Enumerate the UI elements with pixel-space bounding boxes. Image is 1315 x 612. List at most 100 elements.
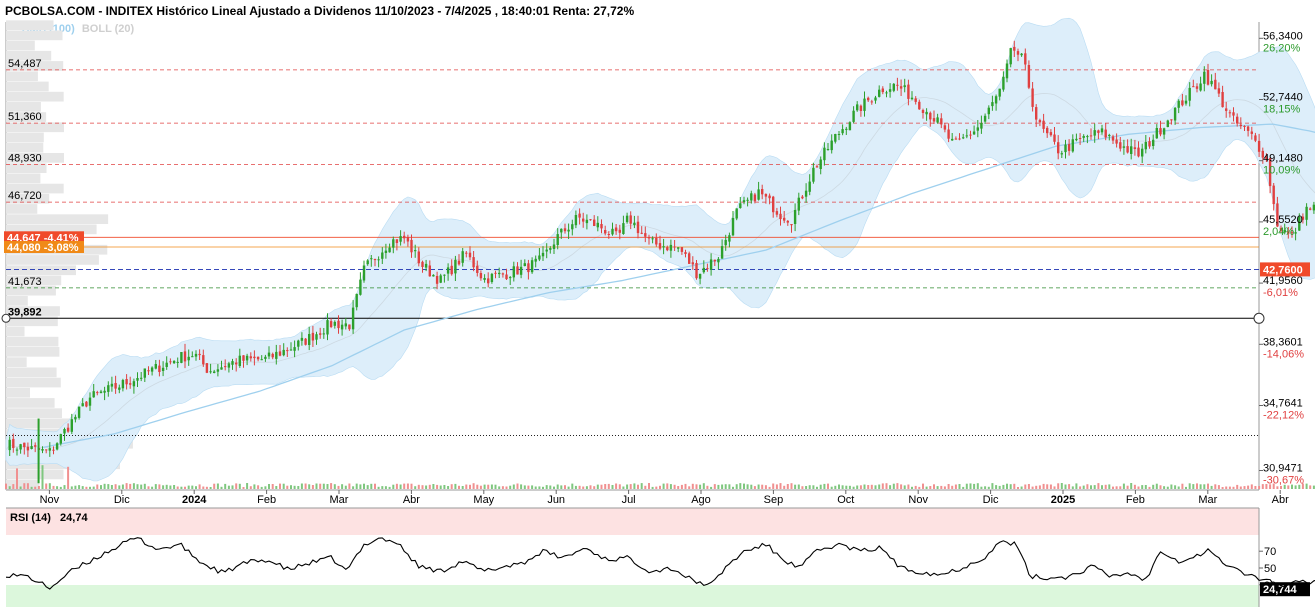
candle-body (183, 351, 187, 362)
candle-body (552, 244, 556, 249)
volume-bar (308, 484, 311, 489)
percent-tick-label: 10,09% (1263, 165, 1301, 177)
volume-bar (582, 486, 585, 489)
volume-bar (439, 485, 442, 489)
candle-body (611, 228, 614, 235)
candle-body (136, 378, 139, 381)
time-tick-label: 2024 (182, 494, 207, 506)
candle-body (764, 194, 768, 197)
volume-bar (461, 486, 464, 489)
candle-body (1250, 131, 1253, 134)
volume-bar (432, 484, 435, 489)
candle-body (370, 258, 373, 260)
volume-bar (1112, 486, 1114, 489)
candle-body (867, 97, 870, 101)
candle-body (801, 196, 804, 199)
candle-body (673, 246, 676, 248)
volume-bar (527, 485, 530, 489)
candle-body (377, 259, 380, 261)
volume-bar (556, 484, 559, 489)
candle-body (549, 248, 552, 250)
percent-tick-label: -14,06% (1263, 348, 1304, 360)
candle-body (355, 293, 358, 308)
candle-body (52, 449, 55, 451)
volume-bar (176, 486, 179, 489)
candle-body (1173, 107, 1177, 121)
volume-bar (666, 483, 669, 489)
volume-bar (1075, 483, 1078, 489)
candle-body (965, 135, 968, 137)
profile-bar (6, 142, 44, 153)
volume-bar (512, 484, 515, 489)
crosshair-marker-left (1, 313, 11, 323)
volume-bar (823, 483, 826, 489)
candle-body (300, 337, 304, 341)
volume-bar (571, 483, 574, 489)
candle-body (852, 110, 855, 122)
candle-body (362, 265, 366, 281)
volume-bar (1020, 486, 1023, 489)
candle-body (958, 138, 961, 140)
profile-bar (6, 296, 28, 306)
volume-bar (538, 486, 541, 489)
volume-bar (384, 486, 387, 489)
profile-bar (6, 336, 59, 347)
candle-body (59, 434, 62, 444)
candle-body (1071, 139, 1074, 152)
candle-body (779, 213, 782, 220)
level-label: 39,892 (8, 306, 42, 318)
candle-body (519, 266, 523, 275)
volume-bar (297, 486, 300, 489)
volume-bar (300, 483, 303, 489)
candle-body (107, 385, 110, 392)
volume-bar (227, 485, 230, 489)
candle-body (698, 273, 702, 279)
price-tag-label: 44,080 -3,08% (7, 242, 79, 254)
volume-bar (92, 486, 95, 489)
volume-bar (479, 485, 482, 489)
time-tick-label: Dic (114, 494, 130, 506)
volume-bar (45, 483, 48, 489)
candle-body (1217, 88, 1221, 94)
candle-body (1078, 138, 1082, 139)
candle-body (468, 252, 472, 258)
candle-body (26, 446, 30, 451)
volume-bar (995, 485, 998, 489)
volume-bar (545, 485, 548, 489)
candle-body (344, 323, 347, 327)
volume-bar (965, 483, 968, 489)
volume-bar (337, 485, 340, 489)
candle-body (512, 266, 515, 278)
candle-body (238, 355, 241, 366)
profile-bar (6, 398, 55, 408)
volume-bar (1108, 484, 1111, 489)
candle-body (604, 230, 607, 234)
volume-bar (220, 486, 223, 489)
volume-bar (721, 484, 724, 489)
candle-body (450, 265, 453, 275)
volume-bar (841, 485, 844, 489)
candle-body (1002, 76, 1005, 90)
candle-body (538, 255, 541, 260)
volume-bar (465, 484, 468, 489)
candle-body (165, 362, 168, 367)
volume-bar (980, 486, 983, 489)
candle-body (414, 250, 417, 252)
candle-body (227, 363, 231, 368)
volume-bar (1027, 484, 1030, 489)
candle-body (1166, 120, 1169, 127)
level-label: 48,930 (8, 152, 42, 164)
volume-bar (691, 483, 694, 489)
time-tick-label: Mar (1198, 494, 1217, 506)
candle-body (424, 263, 428, 268)
candle-body (578, 213, 581, 218)
volume-bar (523, 485, 526, 489)
volume-bar (1243, 486, 1246, 489)
candle-body (633, 222, 636, 226)
volume-bar (483, 484, 486, 489)
candle-body (205, 363, 209, 373)
rsi-panel: RSI (14) 24,74 70503024,744 (5, 507, 1315, 607)
candle-body (99, 391, 103, 394)
volume-bar (417, 484, 420, 489)
time-tick-label: Mar (330, 494, 349, 506)
